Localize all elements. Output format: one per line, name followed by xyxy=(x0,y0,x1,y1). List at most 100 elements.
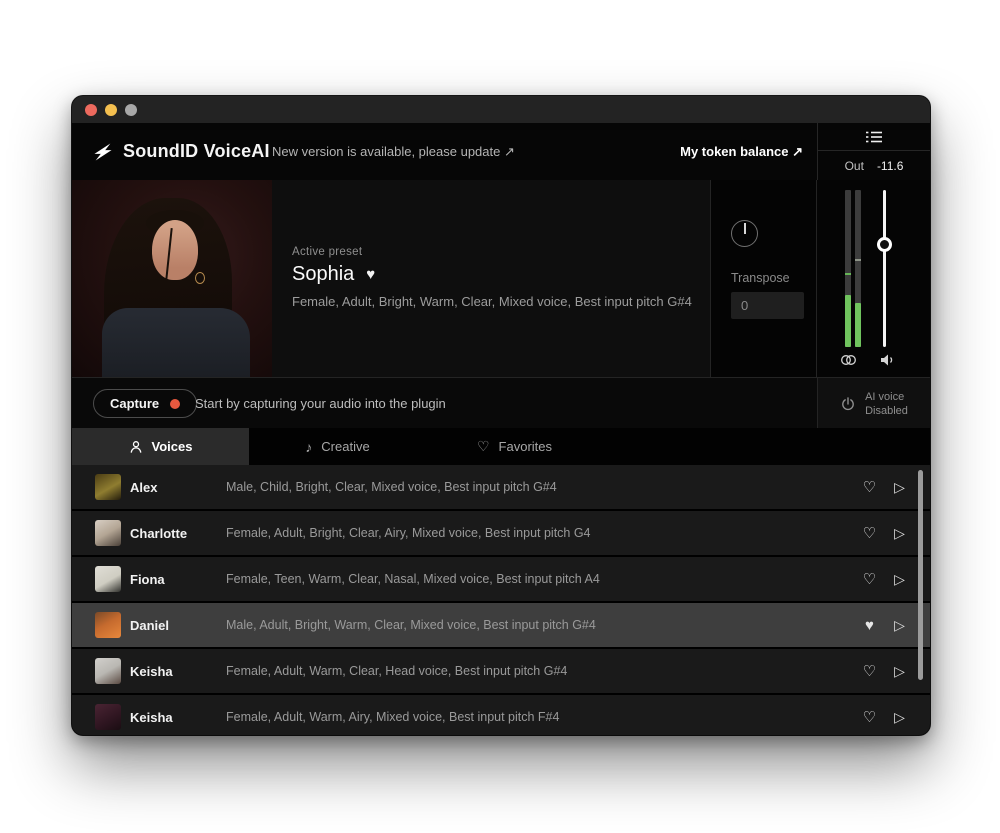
active-preset-label: Active preset xyxy=(292,246,362,258)
voice-name: Alex xyxy=(130,480,226,495)
voice-list: Alex Male, Child, Bright, Clear, Mixed v… xyxy=(72,465,930,735)
photo-body xyxy=(102,308,250,377)
meter-peak-tick xyxy=(855,259,861,261)
voice-description: Female, Adult, Warm, Airy, Mixed voice, … xyxy=(226,710,559,724)
ai-voice-line1: AI voice xyxy=(865,390,908,404)
voice-row-fiona[interactable]: Fiona Female, Teen, Warm, Clear, Nasal, … xyxy=(72,557,930,601)
voice-description: Male, Child, Bright, Clear, Mixed voice,… xyxy=(226,480,557,494)
titlebar xyxy=(72,96,930,123)
avatar xyxy=(95,474,121,500)
header: SoundID VoiceAI New version is available… xyxy=(72,123,930,180)
stereo-icon[interactable] xyxy=(840,352,857,368)
voice-row-alex[interactable]: Alex Male, Child, Bright, Clear, Mixed v… xyxy=(72,465,930,509)
level-meter-left xyxy=(845,190,851,347)
music-note-icon: ♪ xyxy=(305,439,312,455)
voice-row-daniel[interactable]: Daniel Male, Adult, Bright, Warm, Clear,… xyxy=(72,603,930,647)
close-button[interactable] xyxy=(85,104,97,116)
transpose-panel: Transpose xyxy=(710,180,817,377)
voice-name: Keisha xyxy=(130,664,226,679)
favorite-heart-icon[interactable]: ♡ xyxy=(861,662,878,680)
preset-favorite-heart-icon[interactable]: ♥ xyxy=(366,266,375,283)
menu-button[interactable] xyxy=(818,123,930,151)
favorite-heart-icon[interactable]: ♡ xyxy=(861,708,878,726)
voice-name: Daniel xyxy=(130,618,226,633)
meter-icons-row xyxy=(817,352,907,368)
voice-name: Fiona xyxy=(130,572,226,587)
photo-face xyxy=(152,220,198,280)
play-icon[interactable]: ▷ xyxy=(891,709,908,726)
voice-description: Female, Adult, Warm, Clear, Head voice, … xyxy=(226,664,567,678)
meter-peak-tick xyxy=(845,273,851,275)
preset-info: Active preset Sophia ♥ Female, Adult, Br… xyxy=(272,180,710,377)
avatar xyxy=(95,566,121,592)
tab-creative[interactable]: ♪ Creative xyxy=(249,428,426,465)
person-icon xyxy=(129,440,143,454)
capture-hint: Start by capturing your audio into the p… xyxy=(195,378,446,429)
avatar xyxy=(95,520,121,546)
level-meter-right xyxy=(855,190,861,347)
row-actions: ♡ ▷ xyxy=(861,708,930,726)
volume-slider-track[interactable] xyxy=(883,190,886,347)
play-icon[interactable]: ▷ xyxy=(891,571,908,588)
list-scrollbar[interactable] xyxy=(918,470,923,680)
meter-fill xyxy=(845,295,851,347)
output-level-readout: Out -11.6 xyxy=(818,151,930,180)
volume-slider-handle[interactable] xyxy=(877,237,892,252)
preset-description: Female, Adult, Bright, Warm, Clear, Mixe… xyxy=(292,294,692,309)
capture-button-label: Capture xyxy=(110,396,159,411)
zoom-button[interactable] xyxy=(125,104,137,116)
token-balance-link[interactable]: My token balance ↗ xyxy=(680,123,803,180)
tab-creative-label: Creative xyxy=(321,439,369,454)
voice-name: Charlotte xyxy=(130,526,226,541)
favorite-heart-icon[interactable]: ♡ xyxy=(861,524,878,542)
record-dot-icon xyxy=(170,399,180,409)
preset-photo xyxy=(72,180,272,377)
meter-fill xyxy=(855,303,861,347)
voice-row-keisha-1[interactable]: Keisha Female, Adult, Warm, Clear, Head … xyxy=(72,649,930,693)
transpose-knob[interactable] xyxy=(731,220,758,247)
avatar xyxy=(95,704,121,730)
play-icon[interactable]: ▷ xyxy=(891,663,908,680)
voice-description: Female, Teen, Warm, Clear, Nasal, Mixed … xyxy=(226,572,600,586)
tab-voices[interactable]: Voices xyxy=(72,428,249,465)
transpose-label: Transpose xyxy=(731,271,790,285)
capture-button[interactable]: Capture xyxy=(93,389,197,418)
minimize-button[interactable] xyxy=(105,104,117,116)
tab-favorites[interactable]: ♡ Favorites xyxy=(426,428,603,465)
soundid-logo-icon xyxy=(92,141,114,163)
avatar xyxy=(95,612,121,638)
out-label: Out xyxy=(845,159,864,173)
favorite-heart-icon[interactable]: ♡ xyxy=(861,478,878,496)
power-icon xyxy=(840,396,856,412)
voice-name: Keisha xyxy=(130,710,226,725)
heart-outline-icon: ♡ xyxy=(477,438,490,455)
ai-voice-status-text: AI voice Disabled xyxy=(865,390,908,418)
favorite-heart-icon[interactable]: ♡ xyxy=(861,570,878,588)
voice-description: Male, Adult, Bright, Warm, Clear, Mixed … xyxy=(226,618,596,632)
brand: SoundID VoiceAI xyxy=(92,123,270,180)
speaker-icon[interactable] xyxy=(879,352,895,368)
voice-row-charlotte[interactable]: Charlotte Female, Adult, Bright, Clear, … xyxy=(72,511,930,555)
play-icon[interactable]: ▷ xyxy=(891,525,908,542)
header-right-column: Out -11.6 xyxy=(817,123,930,180)
transpose-input[interactable] xyxy=(731,292,804,319)
capture-section: Capture Start by capturing your audio in… xyxy=(72,377,930,428)
out-value: -11.6 xyxy=(877,159,903,173)
voice-row-keisha-2[interactable]: Keisha Female, Adult, Warm, Airy, Mixed … xyxy=(72,695,930,735)
play-icon[interactable]: ▷ xyxy=(891,617,908,634)
photo-earring xyxy=(195,272,205,284)
preset-name: Sophia xyxy=(292,263,354,286)
list-menu-icon xyxy=(865,130,883,144)
favorite-heart-filled-icon[interactable]: ♥ xyxy=(861,617,878,634)
update-notice-link[interactable]: New version is available, please update … xyxy=(272,123,515,180)
active-preset-section: Active preset Sophia ♥ Female, Adult, Br… xyxy=(72,180,930,377)
app-title: SoundID VoiceAI xyxy=(123,141,270,162)
ai-voice-line2: Disabled xyxy=(865,404,908,418)
knob-pointer xyxy=(744,223,746,234)
tab-favorites-label: Favorites xyxy=(499,439,552,454)
preset-name-row: Sophia ♥ xyxy=(292,263,375,286)
page: SoundID VoiceAI New version is available… xyxy=(0,0,1000,833)
play-icon[interactable]: ▷ xyxy=(891,479,908,496)
ai-voice-status-panel[interactable]: AI voice Disabled xyxy=(817,378,930,429)
tabs-bar: Voices ♪ Creative ♡ Favorites xyxy=(72,428,930,465)
